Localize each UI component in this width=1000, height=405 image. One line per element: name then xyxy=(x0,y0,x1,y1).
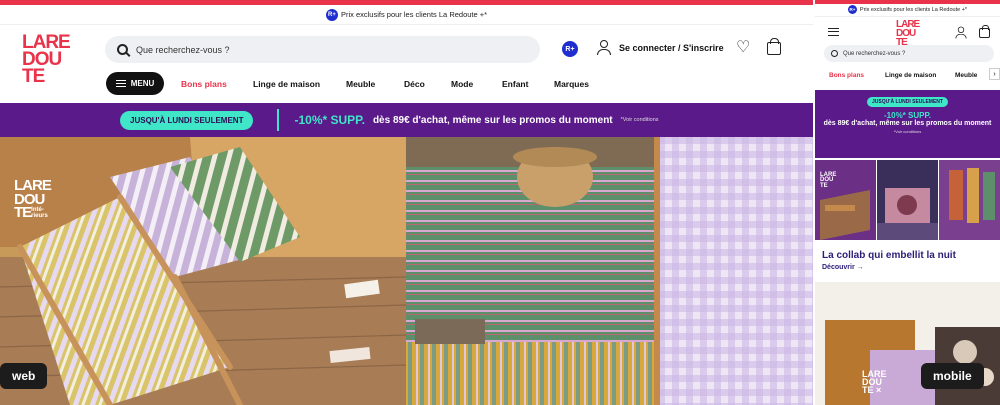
promo-strip-text: Prix exclusifs pour les clients La Redou… xyxy=(340,10,488,19)
logo-line-3: TE xyxy=(22,66,45,88)
rplus-icon: R+ xyxy=(847,5,857,14)
mobile-label-tag: mobile xyxy=(921,363,984,389)
nav-meuble[interactable]: Meuble xyxy=(955,72,977,79)
discover-link[interactable]: Découvrir → xyxy=(822,264,864,271)
login-link[interactable]: Se connecter / S'inscrire xyxy=(619,43,724,53)
banner-text: dès 89€ d'achat, même sur les promos du … xyxy=(823,120,992,127)
search-icon xyxy=(831,50,838,57)
nav-mode[interactable]: Mode xyxy=(451,79,473,89)
promo-banner[interactable]: JUSQU'À LUNDI SEULEMENT -10%* SUPP. dès … xyxy=(815,90,1000,158)
collab-logo: LARE DOU TE × xyxy=(862,369,887,396)
menu-label: MENU xyxy=(130,79,155,88)
bag-icon[interactable] xyxy=(767,38,781,55)
bag-icon[interactable] xyxy=(979,25,990,38)
collab-image-3[interactable] xyxy=(939,160,1000,240)
site-logo[interactable]: LARE DOU TE xyxy=(22,33,86,88)
rplus-icon: R+ xyxy=(325,8,338,21)
promo-strip[interactable]: R+ Prix exclusifs pour les clients La Re… xyxy=(0,5,813,25)
banner-percent: -10%* SUPP. xyxy=(294,113,365,127)
promo-banner[interactable]: JUSQU'À LUNDI SEULEMENT -10%* SUPP. dès … xyxy=(0,103,813,137)
promo-strip[interactable]: R+ Prix exclusifs pour les clients La Re… xyxy=(815,3,1000,17)
search-placeholder: Que recherchez-vous ? xyxy=(843,50,906,57)
banner-divider xyxy=(277,109,280,131)
rplus-button[interactable]: R+ xyxy=(562,41,578,57)
nav-meuble[interactable]: Meuble xyxy=(346,79,375,89)
nav-marques[interactable]: Marques xyxy=(554,79,589,89)
banner-conditions[interactable]: *Voir conditions xyxy=(815,129,1000,134)
web-view: R+ Prix exclusifs pour les clients La Re… xyxy=(0,0,813,405)
web-label-tag: web xyxy=(0,363,48,389)
banner-text: dès 89€ d'achat, même sur les promos du … xyxy=(372,114,613,126)
nav-linge-de-maison[interactable]: Linge de maison xyxy=(885,72,936,79)
nav-enfant[interactable]: Enfant xyxy=(502,79,528,89)
nav-bons-plans[interactable]: Bons plans xyxy=(829,72,864,79)
user-icon[interactable] xyxy=(597,40,611,56)
hamburger-icon xyxy=(115,80,126,87)
mobile-view: R+ Prix exclusifs pour les clients La Re… xyxy=(815,0,1000,405)
menu-button[interactable]: MENU xyxy=(106,72,164,95)
nav-linge-de-maison[interactable]: Linge de maison xyxy=(253,79,320,89)
banner-pill: JUSQU'À LUNDI SEULEMENT xyxy=(867,97,948,107)
search-input[interactable]: Que recherchez-vous ? xyxy=(824,45,994,62)
hamburger-icon[interactable] xyxy=(828,28,839,36)
nav-bons-plans[interactable]: Bons plans xyxy=(181,79,227,89)
collab-title: La collab qui embellit la nuit xyxy=(822,250,956,261)
promo-strip-text: Prix exclusifs pour les clients La Redou… xyxy=(859,6,968,13)
hero-logo: LARE DOU TEInté-rieurs xyxy=(14,177,52,221)
search-input[interactable]: Que recherchez-vous ? xyxy=(105,36,540,63)
heart-icon[interactable]: ♡ xyxy=(736,40,750,56)
chevron-right-icon[interactable]: › xyxy=(989,68,1000,80)
stage: R+ Prix exclusifs pour les clients La Re… xyxy=(0,0,1000,405)
user-icon[interactable] xyxy=(955,26,967,40)
banner-conditions[interactable]: *Voir conditions xyxy=(621,117,659,123)
tile-logo: LARE DOU TE xyxy=(820,172,837,189)
nav-deco[interactable]: Déco xyxy=(404,79,425,89)
banner-percent: -10%* SUPP. xyxy=(884,111,931,120)
site-logo[interactable]: LARE DOU TE xyxy=(896,20,920,48)
search-icon xyxy=(117,44,128,55)
collab-image-1[interactable]: LARE DOU TE xyxy=(815,160,876,240)
collab-image-2[interactable] xyxy=(877,160,938,240)
search-placeholder: Que recherchez-vous ? xyxy=(136,44,230,55)
banner-pill: JUSQU'À LUNDI SEULEMENT xyxy=(120,110,254,130)
hero-image[interactable]: LARE DOU TEInté-rieurs xyxy=(0,137,813,405)
